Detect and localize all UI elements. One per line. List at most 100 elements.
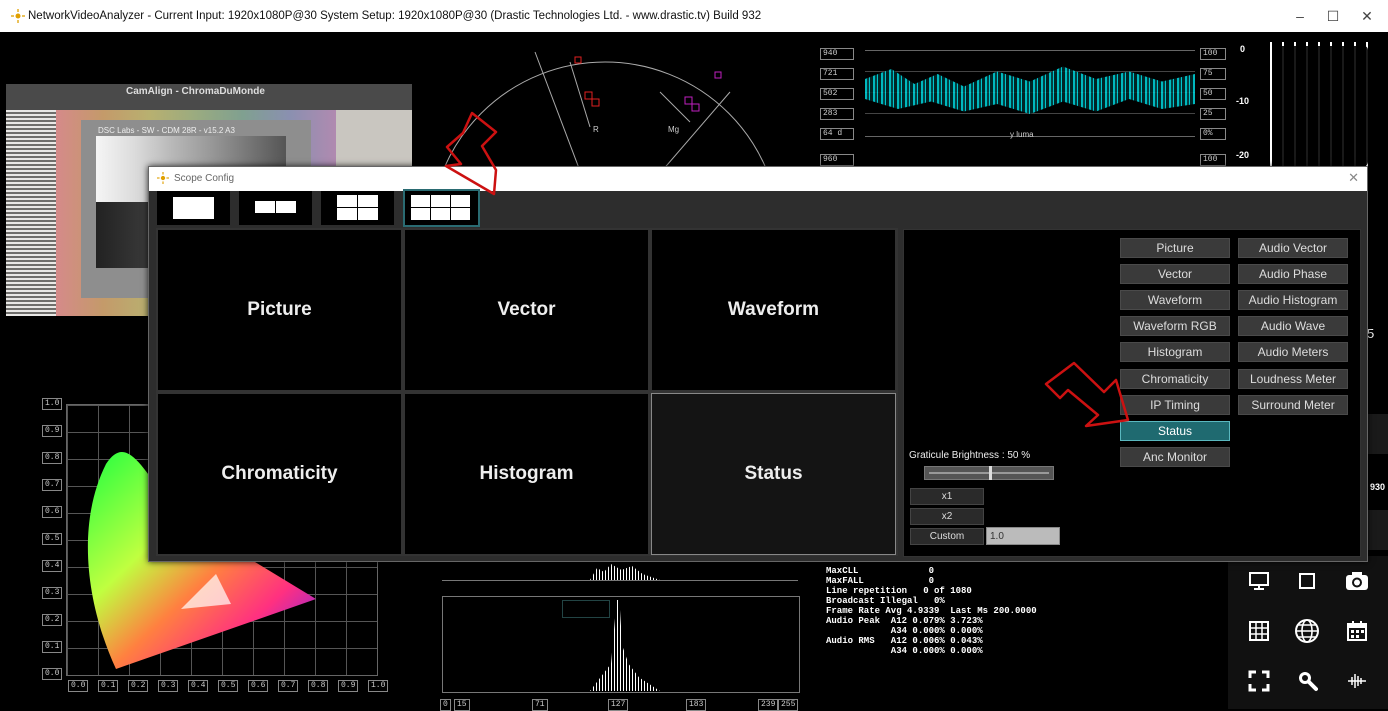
- wf-tick: 502: [820, 88, 854, 100]
- graticule-brightness-label: Graticule Brightness : 50 %: [909, 450, 1031, 461]
- wf-tick: 75: [1200, 68, 1226, 80]
- chroma-tick: 1.0: [42, 398, 63, 410]
- hist-tick: 127: [608, 699, 629, 711]
- hist-tick: 183: [686, 699, 707, 711]
- window-title: NetworkVideoAnalyzer - Current Input: 19…: [28, 10, 762, 22]
- window-titlebar: NetworkVideoAnalyzer - Current Input: 19…: [0, 0, 1388, 32]
- scope-button-audio-histogram[interactable]: Audio Histogram: [1238, 290, 1348, 310]
- slider-thumb[interactable]: [989, 466, 992, 480]
- cell-vector[interactable]: Vector: [404, 229, 649, 391]
- wf-tick: 50: [1200, 88, 1226, 100]
- cell-chromaticity[interactable]: Chromaticity: [157, 393, 402, 555]
- chroma-tick: 0.6: [42, 506, 63, 518]
- chroma-tick: 0.0: [42, 668, 63, 680]
- meter-scale: -20: [1236, 150, 1250, 160]
- layout-grid: Picture Vector Waveform Chromaticity His…: [156, 228, 898, 556]
- zoom-custom-button[interactable]: Custom: [910, 528, 984, 545]
- cell-waveform[interactable]: Waveform: [651, 229, 896, 391]
- scope-config-dialog: Scope Config ✕ Picture Vector Waveform C…: [148, 166, 1368, 562]
- wf-lower-tick: 960: [820, 154, 854, 166]
- layout-1x1-button[interactable]: [157, 191, 230, 225]
- monitor-icon[interactable]: [1236, 558, 1282, 604]
- chroma-tick: 0.4: [42, 560, 63, 572]
- camera-icon[interactable]: [1334, 558, 1380, 604]
- chroma-tick: 0.5: [218, 680, 239, 692]
- status-line: MaxFALL 0: [826, 576, 935, 586]
- status-scope: MaxCLL 0 MaxFALL 0 Line repetition 0 of …: [826, 566, 1037, 656]
- scope-button-vector[interactable]: Vector: [1120, 264, 1230, 284]
- scope-button-loudness-meter[interactable]: Loudness Meter: [1238, 369, 1348, 389]
- chroma-tick: 0.7: [42, 479, 63, 491]
- fullscreen-icon[interactable]: [1236, 658, 1282, 704]
- scope-button-chromaticity[interactable]: Chromaticity: [1120, 369, 1230, 389]
- wf-tick: 721: [820, 68, 854, 80]
- scope-button-waveform-rgb[interactable]: Waveform RGB: [1120, 316, 1230, 336]
- scope-button-histogram[interactable]: Histogram: [1120, 342, 1230, 362]
- hist-tick: 15: [454, 699, 470, 711]
- histogram-scope: 0 15 71 127 183 239 255: [440, 560, 800, 711]
- wf-tick: 25: [1200, 108, 1226, 120]
- layout-2x2-button[interactable]: [321, 191, 394, 225]
- waveform-channel-label: y luma: [1010, 130, 1034, 139]
- chroma-tick: 0.5: [42, 533, 63, 545]
- chroma-tick: 0.3: [158, 680, 179, 692]
- audio-wave-icon[interactable]: [1334, 658, 1380, 704]
- meter-scale: 0: [1240, 44, 1246, 54]
- chart-subtitle: DSC Labs - SW - CDM 28R - v15.2 A3: [98, 126, 235, 135]
- close-button[interactable]: ✕: [1352, 6, 1382, 26]
- app-logo-icon: [157, 172, 169, 184]
- search-icon[interactable]: [1284, 658, 1330, 704]
- scope-button-audio-wave[interactable]: Audio Wave: [1238, 316, 1348, 336]
- chroma-tick: 0.1: [42, 641, 63, 653]
- chroma-tick: 0.2: [42, 614, 63, 626]
- chroma-tick: 0.6: [248, 680, 269, 692]
- zoom-custom-input[interactable]: [986, 527, 1060, 545]
- scope-button-anc-monitor[interactable]: Anc Monitor: [1120, 447, 1230, 467]
- minimize-button[interactable]: –: [1285, 6, 1315, 26]
- graticule-brightness-slider[interactable]: [924, 466, 1054, 480]
- scope-button-waveform[interactable]: Waveform: [1120, 290, 1230, 310]
- wf-tick: 283: [820, 108, 854, 120]
- hist-tick: 0: [440, 699, 451, 711]
- chart-title: CamAlign - ChromaDuMonde: [126, 86, 265, 97]
- chroma-tick: 0.7: [278, 680, 299, 692]
- cell-status[interactable]: Status: [651, 393, 896, 555]
- chroma-tick: 0.9: [338, 680, 359, 692]
- vector-label-mg: Mg: [668, 125, 679, 134]
- status-line: Broadcast Illegal 0%: [826, 596, 945, 606]
- meter-scale: -10: [1236, 96, 1250, 106]
- square-icon[interactable]: [1284, 558, 1330, 604]
- status-line: Frame Rate Avg 4.9339 Last Ms 200.0000: [826, 606, 1037, 616]
- maximize-button[interactable]: ☐: [1318, 6, 1348, 26]
- scope-button-audio-phase[interactable]: Audio Phase: [1238, 264, 1348, 284]
- status-line: MaxCLL 0: [826, 566, 935, 576]
- dialog-close-button[interactable]: ✕: [1348, 170, 1359, 186]
- grid-icon[interactable]: [1236, 608, 1282, 654]
- zoom-x2-button[interactable]: x2: [910, 508, 984, 525]
- scope-button-status[interactable]: Status: [1120, 421, 1230, 441]
- chroma-tick: 0.8: [42, 452, 63, 464]
- toolbar: [1228, 556, 1388, 709]
- cell-picture[interactable]: Picture: [157, 229, 402, 391]
- annotation-arrow: [1044, 361, 1130, 428]
- partial-text: 930: [1370, 482, 1386, 492]
- wf-tick: 940: [820, 48, 854, 60]
- dialog-titlebar: Scope Config ✕: [149, 167, 1367, 191]
- layout-2x1-button[interactable]: [239, 191, 312, 225]
- scope-button-ip-timing[interactable]: IP Timing: [1120, 395, 1230, 415]
- vector-label-r: R: [593, 125, 599, 134]
- annotation-arrow: [444, 111, 498, 196]
- scope-button-audio-meters[interactable]: Audio Meters: [1238, 342, 1348, 362]
- globe-icon[interactable]: [1284, 608, 1330, 654]
- cell-histogram[interactable]: Histogram: [404, 393, 649, 555]
- partial-text: 5: [1367, 326, 1375, 341]
- dialog-title: Scope Config: [174, 173, 235, 184]
- zoom-x1-button[interactable]: x1: [910, 488, 984, 505]
- scope-button-audio-vector[interactable]: Audio Vector: [1238, 238, 1348, 258]
- app-logo-icon: [11, 9, 25, 23]
- chroma-tick: 0.2: [128, 680, 149, 692]
- scope-button-picture[interactable]: Picture: [1120, 238, 1230, 258]
- calendar-icon[interactable]: [1334, 608, 1380, 654]
- status-line: Line repetition 0 of 1080: [826, 586, 972, 596]
- scope-button-surround-meter[interactable]: Surround Meter: [1238, 395, 1348, 415]
